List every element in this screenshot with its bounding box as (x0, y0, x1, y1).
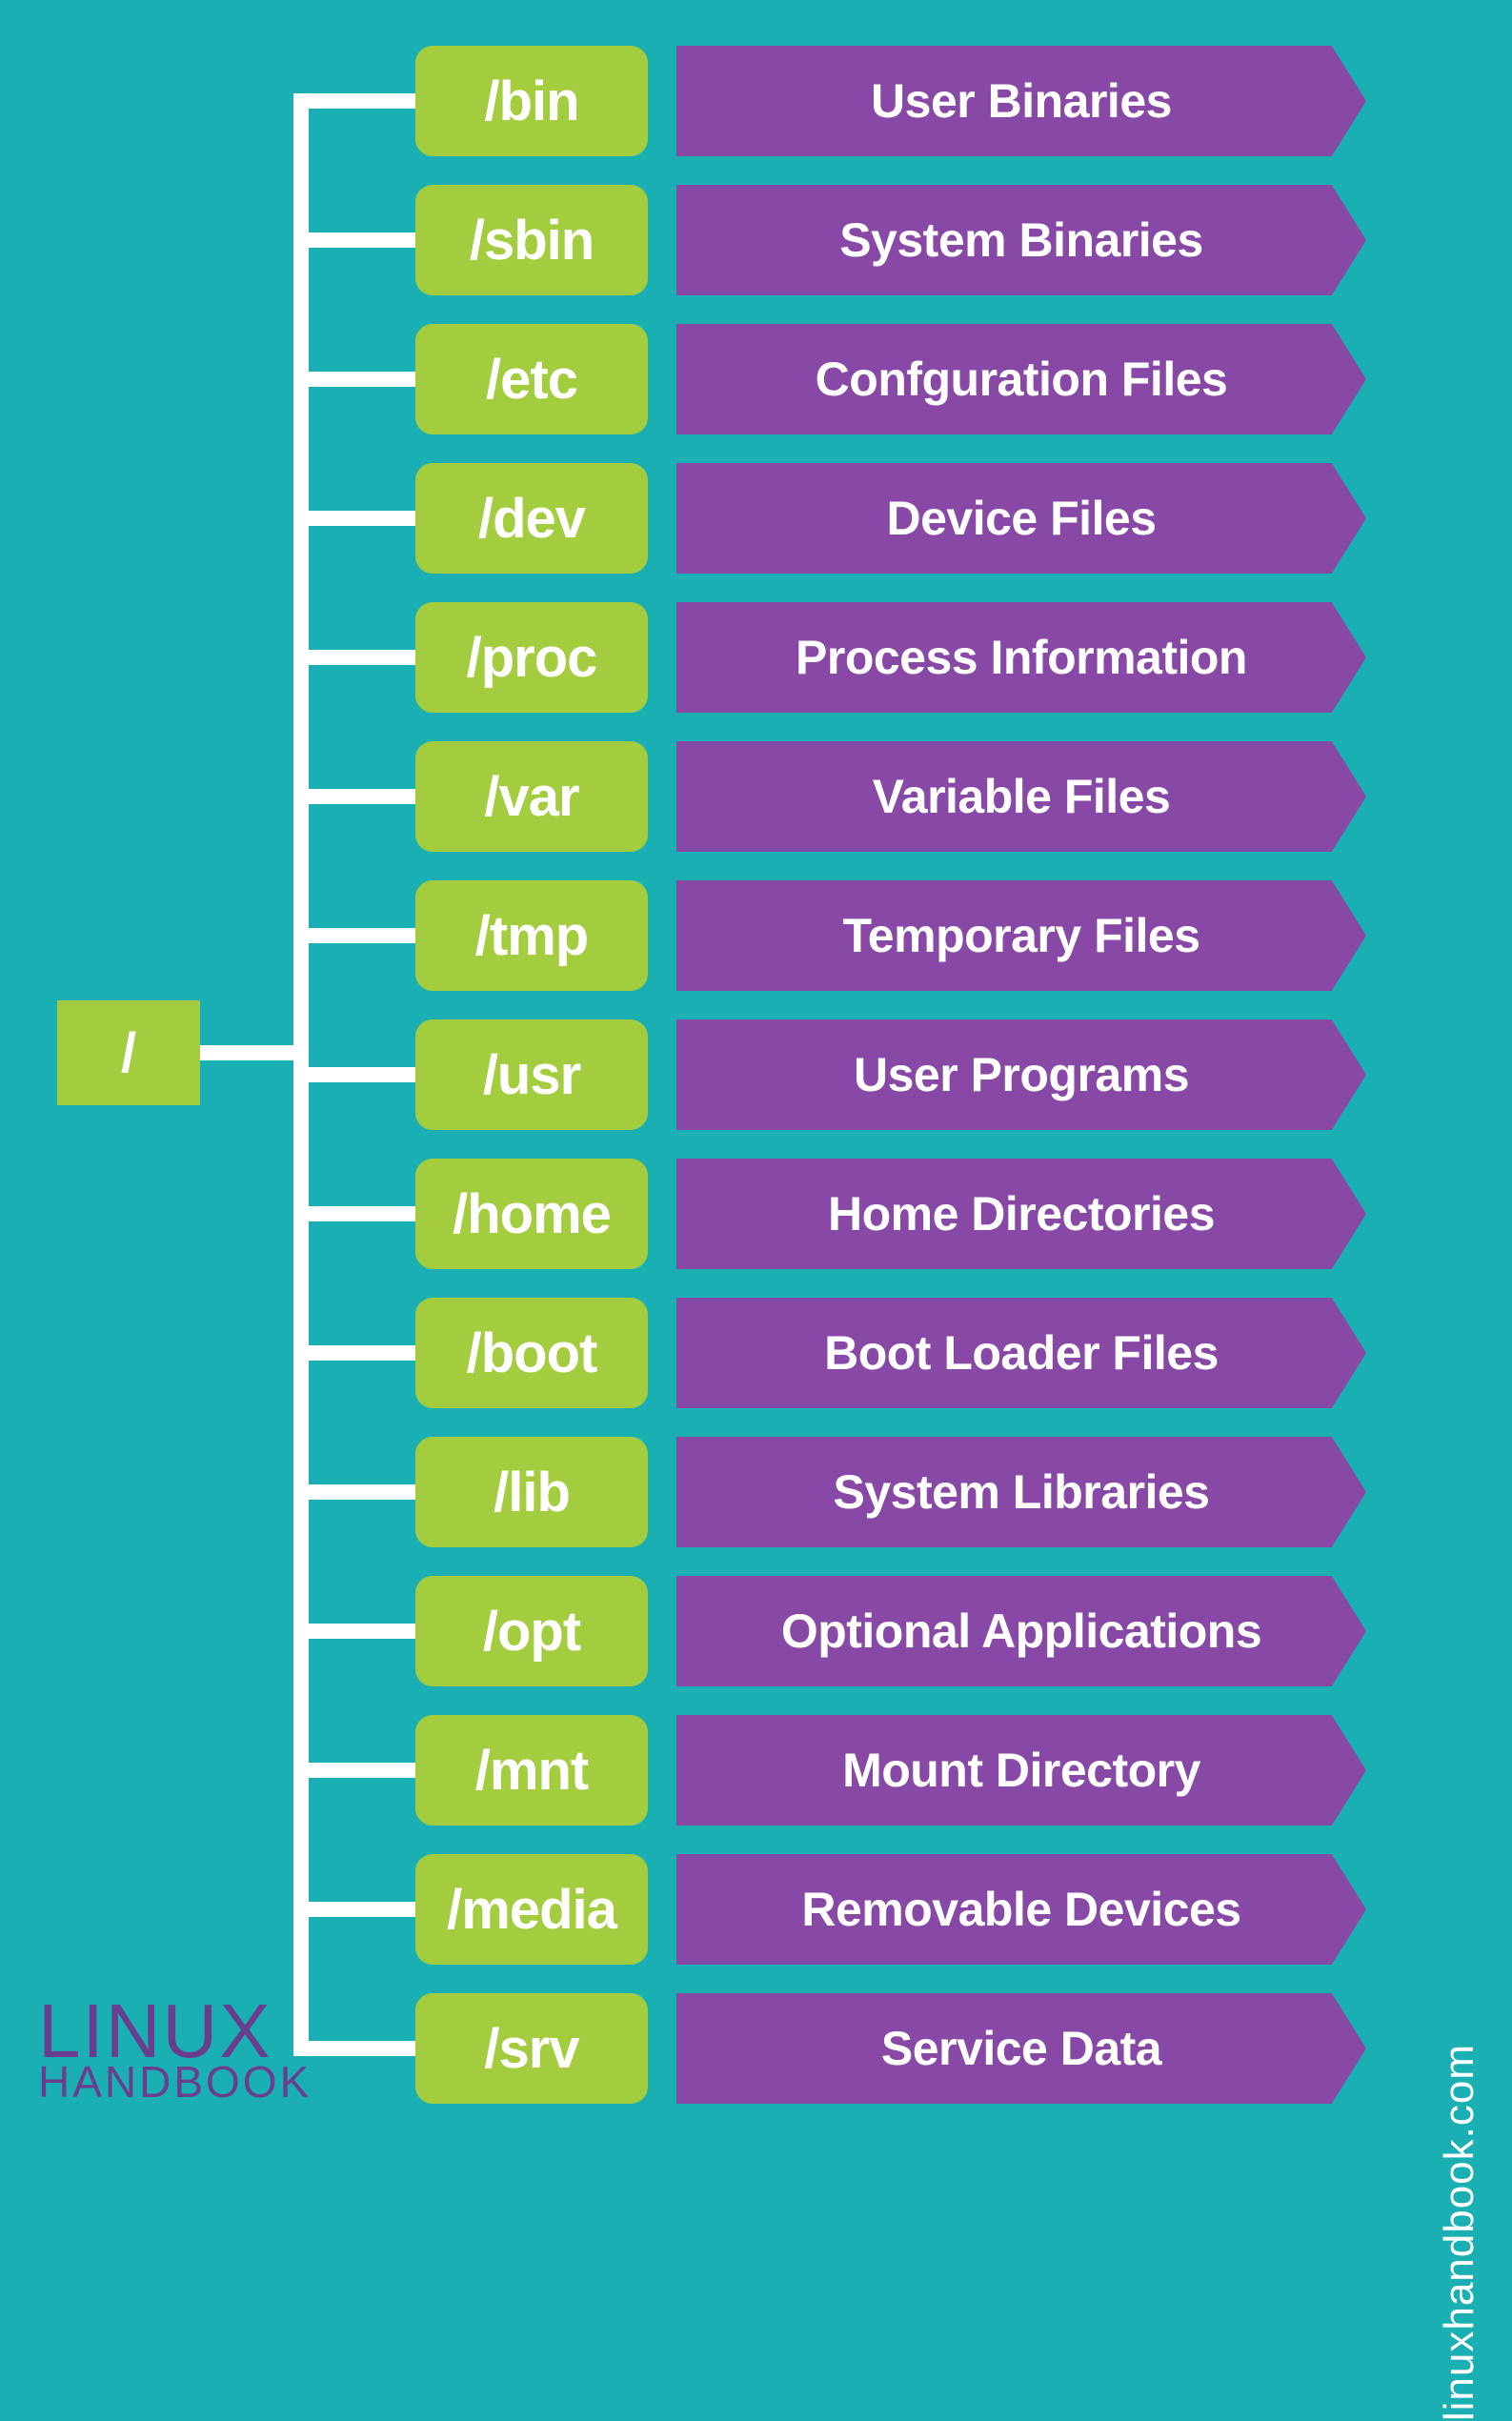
description-box: User Programs (676, 1019, 1366, 1130)
description-label: User Binaries (871, 73, 1172, 129)
directory-box: /lib (415, 1437, 648, 1547)
description-label: Boot Loader Files (824, 1325, 1219, 1381)
tree-row: /boot Boot Loader Files (200, 1298, 1401, 1408)
directory-box: /opt (415, 1576, 648, 1686)
description-label: Variable Files (873, 769, 1171, 824)
tree-row: /media Removable Devices (200, 1854, 1401, 1965)
branch-connector (293, 1763, 415, 1778)
branch-connector (293, 1484, 415, 1500)
description-label: Process Information (796, 630, 1247, 685)
directory-box: /var (415, 741, 648, 852)
directory-box: /bin (415, 46, 648, 156)
root-directory: / (57, 1000, 200, 1105)
directory-tree: /bin User Binaries/sbin System Binaries/et… (200, 46, 1401, 2132)
tree-row: /tmp Temporary Files (200, 880, 1401, 991)
description-box: Process Information (676, 602, 1366, 713)
root-label: / (121, 1021, 136, 1085)
watermark-url: linuxhandbook.com (1436, 2044, 1483, 2421)
description-label: Removable Devices (801, 1882, 1240, 1937)
branch-connector (293, 232, 415, 248)
directory-box: /dev (415, 463, 648, 574)
description-box: Temporary Files (676, 880, 1366, 991)
description-box: System Libraries (676, 1437, 1366, 1547)
branch-connector (293, 650, 415, 665)
directory-box: /srv (415, 1993, 648, 2104)
brand-logo: LINUX HANDBOOK (38, 1999, 312, 2101)
tree-row: /home Home Directories (200, 1159, 1401, 1269)
tree-row: /bin User Binaries (200, 46, 1401, 156)
tree-row: /sbin System Binaries (200, 185, 1401, 295)
description-label: Device Files (886, 491, 1156, 546)
logo-top-text: LINUX (38, 1999, 312, 2064)
tree-row: /proc Process Information (200, 602, 1401, 713)
tree-row: /etc Confguration Files (200, 324, 1401, 434)
branch-connector (293, 511, 415, 526)
tree-row: /mnt Mount Directory (200, 1715, 1401, 1826)
description-box: Optional Applications (676, 1576, 1366, 1686)
description-box: Device Files (676, 463, 1366, 574)
directory-box: /sbin (415, 185, 648, 295)
branch-connector (293, 1902, 415, 1917)
branch-connector (293, 1067, 415, 1082)
tree-row: /dev Device Files (200, 463, 1401, 574)
tree-row: /lib System Libraries (200, 1437, 1401, 1547)
directory-box: /home (415, 1159, 648, 1269)
branch-connector (293, 93, 415, 109)
description-box: Confguration Files (676, 324, 1366, 434)
description-box: Service Data (676, 1993, 1366, 2104)
description-box: Removable Devices (676, 1854, 1366, 1965)
description-box: Mount Directory (676, 1715, 1366, 1826)
description-box: Variable Files (676, 741, 1366, 852)
directory-box: /boot (415, 1298, 648, 1408)
directory-box: /tmp (415, 880, 648, 991)
description-label: Mount Directory (842, 1743, 1200, 1798)
tree-row: /opt Optional Applications (200, 1576, 1401, 1686)
tree-row: /srv Service Data (200, 1993, 1401, 2104)
description-box: System Binaries (676, 185, 1366, 295)
branch-connector (293, 1345, 415, 1361)
description-label: User Programs (854, 1047, 1189, 1102)
branch-connector (293, 372, 415, 387)
branch-connector (293, 928, 415, 943)
description-label: Temporary Files (842, 908, 1200, 963)
logo-bottom-text: HANDBOOK (38, 2064, 312, 2101)
description-box: Boot Loader Files (676, 1298, 1366, 1408)
directory-box: /etc (415, 324, 648, 434)
directory-box: /mnt (415, 1715, 648, 1826)
description-label: System Binaries (839, 212, 1203, 268)
directory-box: /usr (415, 1019, 648, 1130)
description-label: Service Data (881, 2021, 1161, 2076)
description-box: User Binaries (676, 46, 1366, 156)
branch-connector (293, 789, 415, 804)
description-label: Confguration Files (816, 352, 1228, 407)
directory-box: /proc (415, 602, 648, 713)
branch-connector (293, 1206, 415, 1221)
description-box: Home Directories (676, 1159, 1366, 1269)
branch-connector (293, 1624, 415, 1639)
description-label: Optional Applications (781, 1604, 1261, 1659)
description-label: System Libraries (834, 1464, 1210, 1520)
directory-box: /media (415, 1854, 648, 1965)
tree-row: /usr User Programs (200, 1019, 1401, 1130)
tree-row: /var Variable Files (200, 741, 1401, 852)
description-label: Home Directories (828, 1186, 1215, 1241)
